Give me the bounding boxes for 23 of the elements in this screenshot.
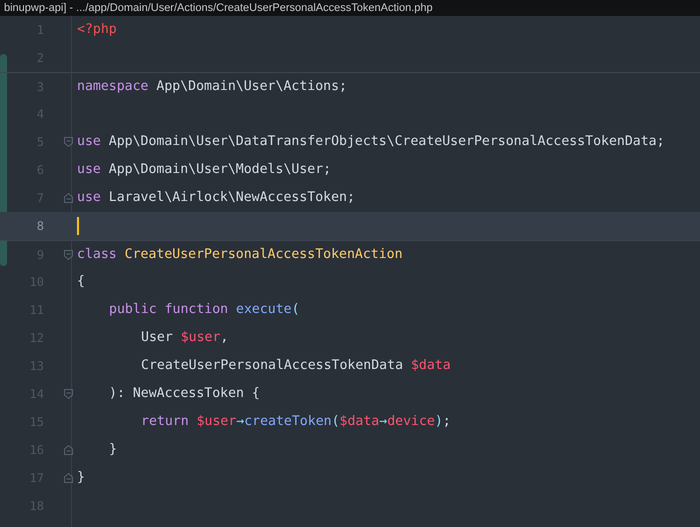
fold-icon[interactable] <box>64 445 73 455</box>
line-number: 8 <box>36 218 44 235</box>
code-line: return $user→createToken($data→device); <box>141 413 451 432</box>
fold-icon[interactable] <box>64 137 73 147</box>
fold-icon[interactable] <box>64 193 73 203</box>
code-line: } <box>109 441 117 460</box>
code-line: namespace App\Domain\User\Actions; <box>77 78 347 96</box>
text-cursor <box>77 217 79 235</box>
code-line: use App\Domain\User\Models\User; <box>77 161 332 180</box>
code-line: User $user, <box>141 329 228 348</box>
code-line: ): NewAccessToken { <box>109 385 260 404</box>
code-line: use Laravel\Airlock\NewAccessToken; <box>77 189 355 208</box>
code-line: CreateUserPersonalAccessTokenData $data <box>141 357 451 376</box>
code-line: } <box>77 469 85 488</box>
code-line: public function execute( <box>109 301 300 320</box>
window-title: binupwp-api] - .../app/Domain/User/Actions/CreateUserPersonalAccessTokenAction.php <box>4 2 433 14</box>
fold-icon[interactable] <box>64 473 73 483</box>
code-line: <?php <box>77 21 117 40</box>
fold-icon[interactable] <box>64 250 73 260</box>
code-line: { <box>77 273 85 292</box>
code-line: use App\Domain\User\DataTransferObjects\CreateUserPersonalAccessTokenData; <box>77 133 665 152</box>
fold-icon[interactable] <box>64 389 73 399</box>
code-line: class CreateUserPersonalAccessTokenAction <box>77 246 403 264</box>
